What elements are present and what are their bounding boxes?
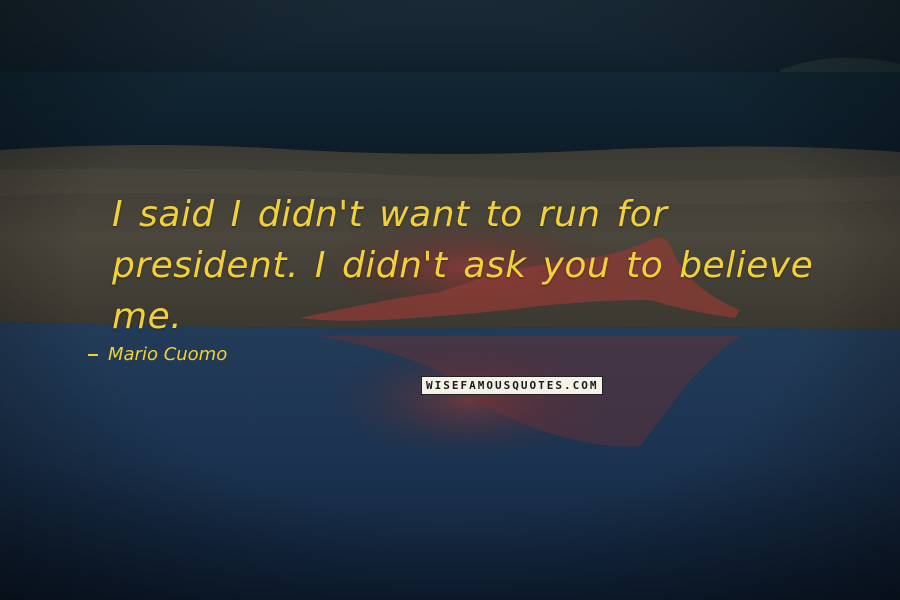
- site-watermark: WISEFAMOUSQUOTES.COM: [421, 376, 604, 395]
- quote-author: Mario Cuomo: [88, 344, 227, 365]
- quote-image: I said I didn't want to run for presiden…: [0, 0, 900, 600]
- quote-text: I said I didn't want to run for presiden…: [112, 194, 814, 337]
- author-name: Mario Cuomo: [108, 344, 228, 365]
- author-dash: [88, 353, 98, 356]
